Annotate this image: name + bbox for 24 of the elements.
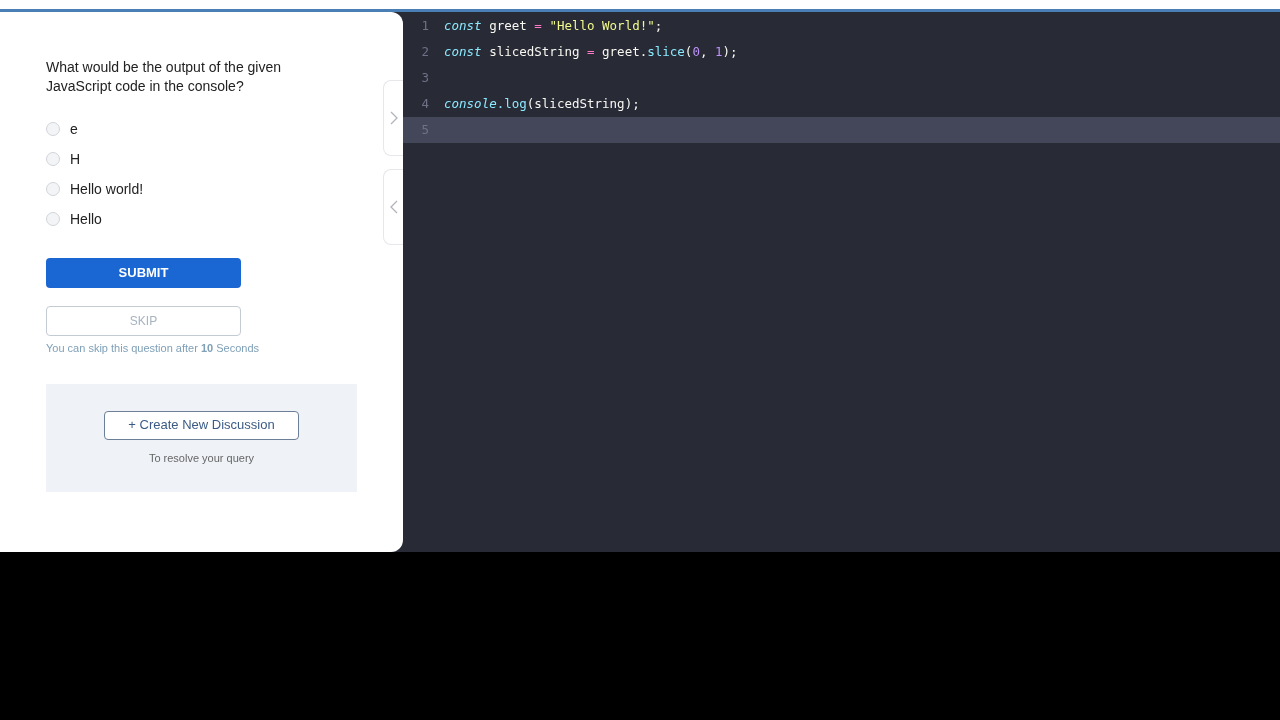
radio-button[interactable] bbox=[46, 212, 60, 226]
chevron-right-icon bbox=[389, 111, 398, 125]
line-number: 3 bbox=[420, 68, 430, 87]
code-text: const greet = "Hello World!"; bbox=[444, 16, 663, 35]
chevron-left-icon bbox=[389, 200, 398, 214]
panel-toggle-button[interactable] bbox=[383, 169, 403, 245]
radio-button[interactable] bbox=[46, 182, 60, 196]
answer-option[interactable]: Hello bbox=[46, 210, 102, 228]
radio-button[interactable] bbox=[46, 122, 60, 136]
code-text: const slicedString = greet.slice(0, 1); bbox=[444, 42, 738, 61]
discussion-caption: To resolve your query bbox=[148, 450, 255, 466]
panel-toggle-button[interactable] bbox=[383, 80, 403, 156]
answer-option[interactable]: Hello world! bbox=[46, 180, 144, 198]
submit-button[interactable]: SUBMIT bbox=[46, 258, 241, 288]
line-number: 4 bbox=[420, 94, 430, 113]
skip-note: You can skip this question after 10 Seconds bbox=[46, 341, 261, 356]
code-text: console.log(slicedString); bbox=[444, 94, 640, 113]
answer-option[interactable]: e bbox=[46, 120, 78, 138]
answer-option[interactable]: H bbox=[46, 150, 81, 168]
question-text: What would be the output of the given JavaScript code in the console? bbox=[46, 58, 283, 96]
create-discussion-button[interactable]: + Create New Discussion bbox=[104, 410, 299, 440]
radio-button[interactable] bbox=[46, 152, 60, 166]
line-number: 2 bbox=[420, 42, 430, 61]
line-number: 1 bbox=[420, 16, 430, 35]
